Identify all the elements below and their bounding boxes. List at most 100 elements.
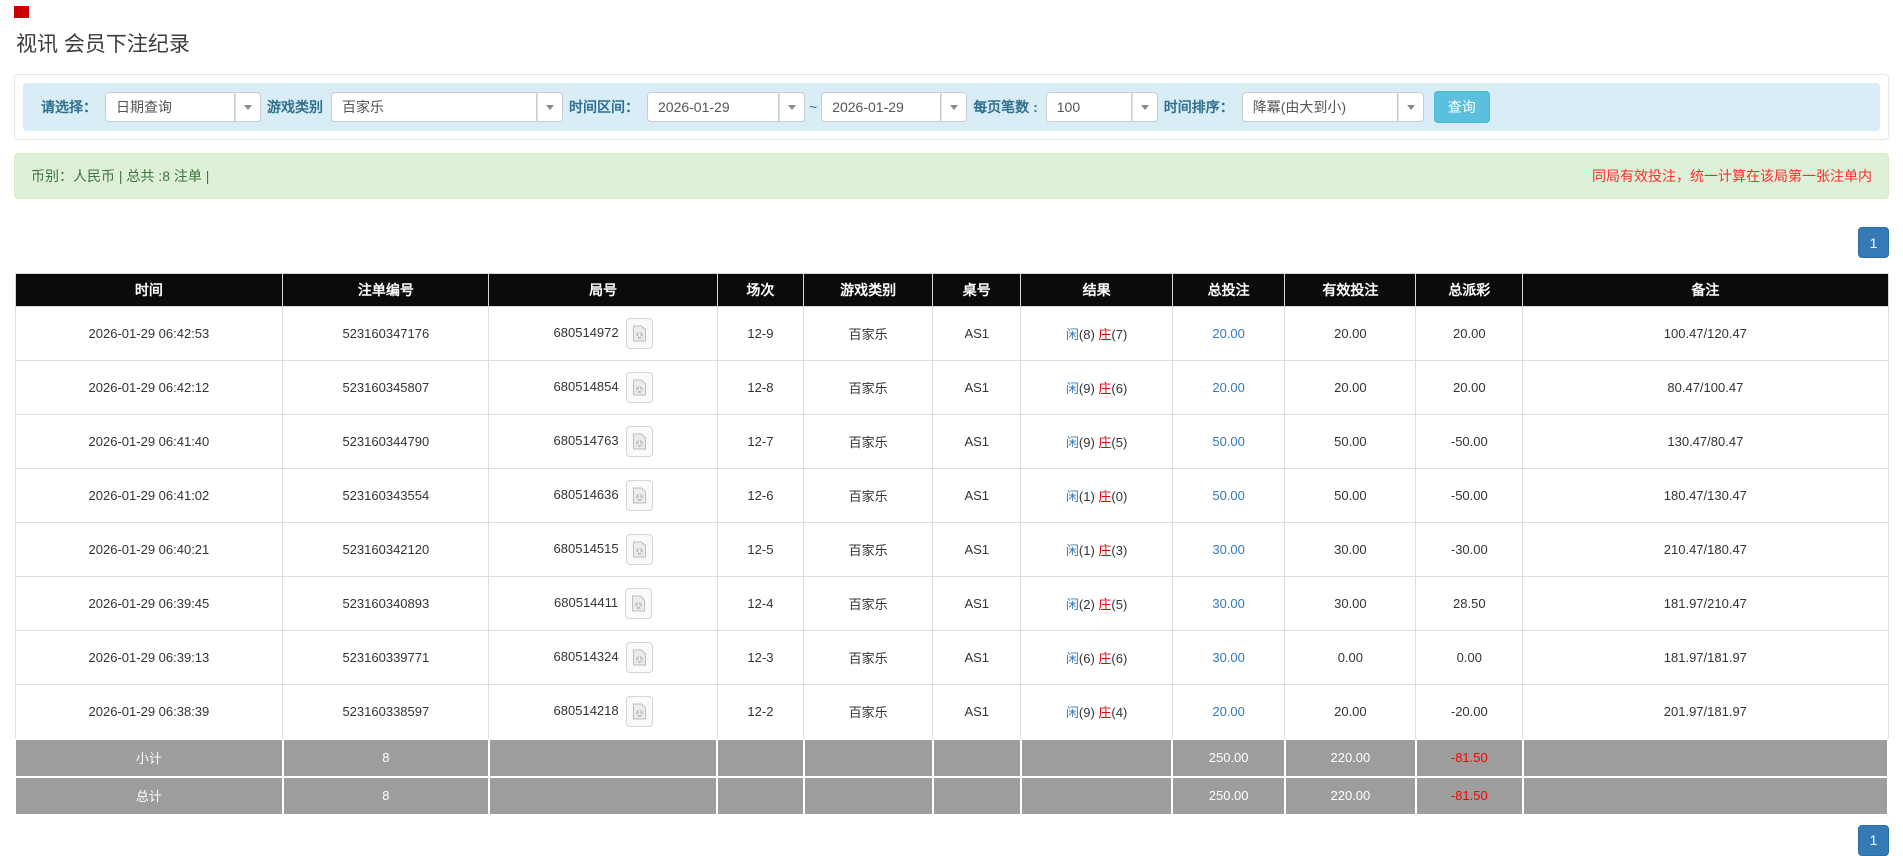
empty-cell	[487, 775, 719, 816]
empty-cell	[1019, 775, 1174, 816]
search-button[interactable]: 查询	[1433, 91, 1490, 123]
header-bet-number: 注单编号	[282, 273, 490, 307]
header-round-number: 局号	[488, 273, 718, 307]
chevron-down-icon[interactable]	[1131, 92, 1158, 122]
bet-records-table: 时间 注单编号 局号 场次 游戏类别 桌号 结果 总投注 有效投注 总派彩 备注…	[14, 273, 1890, 816]
page-size-select[interactable]: 100	[1045, 92, 1158, 122]
result-cell: 闲(2) 庄(5)	[1020, 576, 1173, 631]
page-1-button[interactable]: 1	[1858, 227, 1889, 258]
result-player-score: (1)	[1078, 543, 1095, 558]
subtotal-count: 8	[281, 737, 490, 778]
result-player-label: 闲	[1065, 327, 1079, 342]
date-to-value: 2026-01-29	[821, 92, 942, 122]
valid-bet-cell: 0.00	[1284, 630, 1417, 685]
summary-bar: 币别：人民币 | 总共 :8 注单 | 同局有效投注，统一计算在该局第一张注单内	[14, 153, 1889, 199]
chevron-down-icon[interactable]	[537, 92, 563, 122]
session-cell: 12-7	[716, 414, 805, 469]
total-count: 8	[281, 775, 490, 816]
game-category-cell: 百家乐	[802, 306, 934, 361]
video-replay-icon[interactable]	[625, 642, 653, 673]
table-number-cell: AS1	[932, 630, 1022, 685]
payout-cell: -50.00	[1415, 468, 1524, 523]
time-sort-label: 时间排序：	[1163, 99, 1234, 115]
total-bet-cell: 50.00	[1171, 414, 1286, 469]
round-number-cell: 680514972	[488, 306, 718, 361]
game-category-value: 百家乐	[331, 92, 537, 122]
empty-cell	[1019, 737, 1174, 778]
remark-cell: 210.47/180.47	[1522, 522, 1889, 577]
video-replay-icon[interactable]	[625, 695, 653, 727]
round-number-cell: 680514763	[488, 414, 718, 469]
total-bet-link[interactable]: 20.00	[1212, 704, 1245, 719]
total-bet-link[interactable]: 30.00	[1212, 650, 1245, 665]
table-row: 2026-01-29 06:39:45 523160340893 6805144…	[14, 576, 1889, 631]
table-body: 2026-01-29 06:42:53 523160347176 6805149…	[14, 306, 1889, 739]
total-bet-cell: 30.00	[1171, 630, 1286, 685]
payout-cell: 20.00	[1415, 306, 1524, 361]
time-sort-select[interactable]: 降冪(由大到小)	[1241, 92, 1424, 122]
round-number-cell: 680514411	[488, 576, 718, 631]
total-bet-link[interactable]: 20.00	[1212, 326, 1245, 341]
total-bet-cell: 50.00	[1171, 468, 1286, 523]
page-1-button[interactable]: 1	[1858, 824, 1889, 856]
total-bet-link[interactable]: 20.00	[1212, 380, 1245, 395]
total-payout: -81.50	[1414, 775, 1524, 816]
time-sort-value: 降冪(由大到小)	[1241, 92, 1398, 122]
page-size-label: 每页笔数 :	[973, 99, 1038, 115]
video-replay-icon[interactable]	[625, 588, 653, 619]
time-cell: 2026-01-29 06:42:53	[14, 306, 284, 361]
remark-cell: 180.47/130.47	[1522, 468, 1889, 523]
date-from-select[interactable]: 2026-01-29	[647, 92, 805, 122]
result-banker-label: 庄	[1098, 704, 1112, 720]
video-replay-icon[interactable]	[625, 372, 653, 403]
chevron-down-icon[interactable]	[1397, 92, 1424, 122]
bet-number-cell: 523160340893	[282, 576, 490, 631]
result-player-score: (9)	[1078, 381, 1095, 396]
total-bet-link[interactable]: 50.00	[1212, 434, 1245, 449]
valid-bet-cell: 20.00	[1284, 684, 1417, 739]
total-bet-link[interactable]: 30.00	[1212, 542, 1245, 557]
valid-bet-cell: 30.00	[1284, 522, 1417, 577]
table-row: 2026-01-29 06:42:53 523160347176 6805149…	[14, 306, 1889, 361]
filter-panel: 请选择： 日期查询 游戏类别 百家乐 时间区间： 2026-01-29 ~ 20…	[14, 74, 1889, 140]
valid-bet-cell: 20.00	[1284, 360, 1417, 415]
table-number-cell: AS1	[932, 306, 1022, 361]
chevron-down-icon[interactable]	[235, 92, 261, 122]
valid-bet-cell: 20.00	[1284, 306, 1417, 361]
chevron-down-icon[interactable]	[941, 92, 968, 122]
date-to-select[interactable]: 2026-01-29	[821, 92, 968, 122]
total-bet-link[interactable]: 50.00	[1212, 488, 1245, 503]
game-category-select[interactable]: 百家乐	[331, 92, 563, 122]
game-category-cell: 百家乐	[802, 576, 934, 631]
video-replay-icon[interactable]	[625, 480, 653, 511]
query-type-value: 日期查询	[105, 92, 235, 122]
table-row: 2026-01-29 06:41:02 523160343554 6805146…	[14, 468, 1889, 523]
result-banker-label: 庄	[1098, 597, 1112, 612]
result-banker-label: 庄	[1098, 651, 1112, 666]
result-banker-score: (5)	[1111, 435, 1128, 450]
table-number-cell: AS1	[932, 684, 1022, 739]
time-cell: 2026-01-29 06:40:21	[14, 522, 284, 577]
remark-cell: 130.47/80.47	[1522, 414, 1889, 469]
round-number-cell: 680514854	[488, 360, 718, 415]
remark-cell: 201.97/181.97	[1522, 684, 1889, 739]
video-replay-icon[interactable]	[625, 534, 653, 565]
total-bet-link[interactable]: 30.00	[1212, 596, 1245, 611]
chevron-down-icon[interactable]	[779, 92, 805, 122]
valid-bet-cell: 30.00	[1284, 576, 1417, 631]
total-valid-bet: 220.00	[1283, 775, 1417, 816]
query-type-select[interactable]: 日期查询	[105, 92, 261, 122]
game-category-label: 游戏类别	[267, 99, 323, 115]
video-replay-icon[interactable]	[625, 426, 653, 457]
table-row: 2026-01-29 06:38:39 523160338597 6805142…	[14, 684, 1889, 739]
result-player-score: (8)	[1078, 327, 1095, 342]
time-cell: 2026-01-29 06:41:40	[14, 414, 284, 469]
valid-bet-cell: 50.00	[1284, 468, 1417, 523]
payout-cell: -20.00	[1415, 684, 1524, 739]
result-player-score: (6)	[1078, 651, 1095, 666]
round-number: 680514854	[553, 378, 619, 394]
session-cell: 12-9	[716, 306, 805, 361]
table-row: 2026-01-29 06:40:21 523160342120 6805145…	[14, 522, 1889, 577]
video-replay-icon[interactable]	[625, 318, 653, 349]
remark-cell: 181.97/181.97	[1522, 630, 1889, 685]
